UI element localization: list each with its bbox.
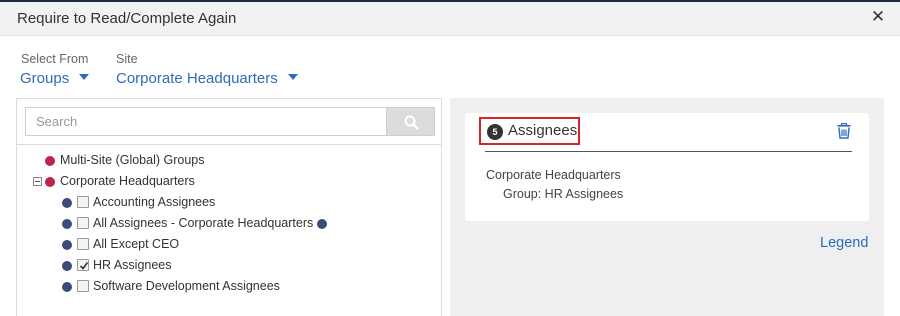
tree-item-label: All Except CEO [93,237,180,251]
status-dot [62,261,72,271]
tree-item-accounting-assignees[interactable]: Accounting Assignees [17,193,437,213]
assignee-site: Corporate Headquarters [486,168,621,182]
legend-link[interactable]: Legend [820,235,868,251]
status-dot [45,177,55,187]
status-dot [62,219,72,229]
tree-item-label: All Assignees - Corporate Headquarters [93,216,314,230]
search-input[interactable] [25,107,386,136]
checkbox-checked[interactable] [77,259,89,271]
search-icon [404,115,419,130]
site-dropdown[interactable]: Corporate Headquarters [116,70,298,87]
select-from-label: Select From [21,52,89,66]
tree-item-all-except-ceo[interactable]: All Except CEO [17,235,437,255]
tree-item-multi-site[interactable]: Multi-Site (Global) Groups [17,151,437,171]
tree-item-label: HR Assignees [93,258,172,272]
dialog-title: Require to Read/Complete Again [17,10,237,27]
assignee-count-badge: 5 [487,124,503,140]
checkmark-icon [79,262,89,270]
chevron-down-icon [79,74,90,81]
site-value: Corporate Headquarters [116,70,278,87]
assignees-panel: 5 Assignees Corporate Headquarters Group… [450,98,884,316]
select-from-dropdown[interactable]: Groups [20,70,90,87]
status-dot [62,240,72,250]
site-label: Site [116,52,138,66]
tree-item-label: Multi-Site (Global) Groups [60,153,205,167]
card-divider [485,151,852,152]
assignees-card: 5 Assignees Corporate Headquarters Group… [465,113,869,221]
trash-icon[interactable] [837,122,851,144]
search-divider [17,144,441,145]
dialog-header: Require to Read/Complete Again ✕ [0,2,900,36]
collapse-toggle-icon[interactable] [33,177,42,186]
status-dot [62,198,72,208]
checkbox[interactable] [77,217,89,229]
select-from-value: Groups [20,70,70,87]
assignees-title: Assignees [508,122,578,139]
tree-item-label: Software Development Assignees [93,279,280,293]
checkbox[interactable] [77,238,89,250]
tree-item-software-development[interactable]: Software Development Assignees [17,277,437,297]
chevron-down-icon [287,74,298,81]
search-button[interactable] [386,107,435,136]
tree-item-label: Corporate Headquarters [60,174,195,188]
checkbox[interactable] [77,196,89,208]
tree-item-corporate-headquarters[interactable]: Corporate Headquarters [17,172,437,192]
tree-item-hr-assignees[interactable]: HR Assignees [17,256,437,276]
close-icon[interactable]: ✕ [870,8,886,25]
search-row [25,107,435,136]
status-dot [45,156,55,166]
tree-item-label: Accounting Assignees [93,195,216,209]
status-dot [62,282,72,292]
tree-item-all-assignees[interactable]: All Assignees - Corporate Headquarters [17,214,437,234]
group-tree-panel: Multi-Site (Global) Groups Corporate Hea… [16,98,442,316]
checkbox[interactable] [77,280,89,292]
status-dot [317,219,327,229]
assignee-group: Group: HR Assignees [503,187,624,201]
